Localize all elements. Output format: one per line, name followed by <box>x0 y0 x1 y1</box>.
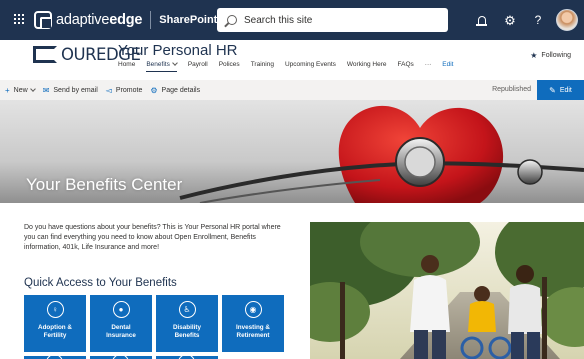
nav-item-training[interactable]: Training <box>251 61 274 68</box>
tile-glyph: ♀ <box>52 305 58 314</box>
tile-label-line-1: Adoption & <box>38 324 72 331</box>
nav-item-benefits[interactable]: Benefits <box>146 60 178 72</box>
megaphone-icon: ◅ <box>105 85 112 95</box>
app-label[interactable]: SharePoint <box>159 14 217 26</box>
suite-bar: adaptiveedge SharePoint Search this site… <box>0 0 584 40</box>
family-photo-image <box>310 222 584 359</box>
quick-access-title: Quick Access to Your Benefits <box>24 277 177 289</box>
promote-label: Promote <box>115 86 143 94</box>
wheelchair-icon: ♿ <box>178 301 196 318</box>
tile-label: Investing & Retirement <box>236 324 270 340</box>
tile-icon <box>46 354 63 359</box>
notifications-button[interactable] <box>468 0 496 40</box>
tile-glyph: ♿ <box>183 305 191 314</box>
star-icon: ★ <box>530 51 538 60</box>
family-photo <box>310 222 584 359</box>
tile-adoption-fertility[interactable]: ♀ Adoption & Fertility <box>24 295 86 352</box>
piggy-bank-icon: ◉ <box>244 301 262 318</box>
tile-label-line-2: Insurance <box>106 332 136 339</box>
brand-logo[interactable]: adaptiveedge <box>34 11 142 29</box>
site-title[interactable]: Your Personal HR <box>118 42 238 59</box>
nav-item-home[interactable]: Home <box>118 61 135 68</box>
nav-item-payroll[interactable]: Payroll <box>188 61 208 68</box>
edit-label: Edit <box>559 86 572 94</box>
page-details-label: Page details <box>161 86 201 94</box>
tile-icon <box>112 354 129 359</box>
tile-label-line-2: Retirement <box>236 332 270 339</box>
edit-button[interactable]: ✎ Edit <box>537 80 584 100</box>
promote-button[interactable]: ◅ Promote <box>106 86 143 95</box>
brand-name: adaptiveedge <box>56 12 143 28</box>
tile-glyph: ◉ <box>249 305 257 314</box>
nav-item-polices[interactable]: Polices <box>219 61 240 68</box>
nav-item-benefits-label: Benefits <box>146 61 170 68</box>
send-by-email-button[interactable]: ✉ Send by email <box>43 86 98 95</box>
new-label: New <box>13 86 28 94</box>
brand-mark-icon <box>34 11 52 29</box>
tile-label-line-2: Benefits <box>174 332 200 339</box>
send-label: Send by email <box>53 86 98 94</box>
tile-label: Disability Benefits <box>173 324 201 340</box>
chevron-down-icon <box>29 86 36 92</box>
nav-item-faqs[interactable]: FAQs <box>398 61 414 68</box>
nav-item-working-here[interactable]: Working Here <box>347 61 387 68</box>
pencil-icon: ✎ <box>549 85 556 95</box>
tile-label-line-1: Dental <box>111 324 131 331</box>
intro-text: Do you have questions about your benefit… <box>24 224 281 251</box>
tile-label-line-1: Disability <box>173 324 201 331</box>
new-button[interactable]: + New <box>5 85 36 95</box>
nav-more-icon[interactable]: ··· <box>425 61 432 68</box>
bell-icon <box>476 15 487 26</box>
site-logo-mark-icon <box>33 46 57 63</box>
mail-icon: ✉ <box>42 85 50 95</box>
tile-investing-retirement[interactable]: ◉ Investing & Retirement <box>222 295 284 352</box>
search-placeholder: Search this site <box>244 14 313 26</box>
help-icon: ? <box>534 13 542 27</box>
tile-glyph: ● <box>118 305 124 314</box>
command-bar: + New ✉ Send by email ◅ Promote ⚙ Page detai… <box>0 80 584 100</box>
suite-divider <box>150 11 152 29</box>
help-button[interactable]: ? <box>524 0 552 40</box>
chevron-down-icon <box>172 60 178 66</box>
suite-bar-actions: ⚙ ? <box>468 0 584 40</box>
tile-disability-benefits[interactable]: ♿ Disability Benefits <box>156 295 218 352</box>
settings-icon: ⚙ <box>150 85 158 95</box>
gear-icon: ⚙ <box>504 12 516 28</box>
user-icon: ● <box>112 301 130 318</box>
tile-icon <box>178 354 195 359</box>
search-icon <box>227 15 237 25</box>
follow-button[interactable]: ★ Following <box>530 51 571 60</box>
top-navigation: Home Benefits Payroll Polices Training U… <box>118 60 464 72</box>
avatar[interactable] <box>556 9 578 31</box>
page-details-button[interactable]: ⚙ Page details <box>150 86 200 95</box>
person-icon: ♀ <box>46 301 64 318</box>
status-text: Republished <box>492 86 531 93</box>
nav-edit-link[interactable]: Edit <box>442 61 453 68</box>
nav-item-upcoming-events[interactable]: Upcoming Events <box>285 61 336 68</box>
settings-button[interactable]: ⚙ <box>496 0 524 40</box>
tile-label-line-1: Investing & <box>236 324 270 331</box>
tile-label: Adoption & Fertility <box>38 324 72 340</box>
follow-label: Following <box>541 52 571 59</box>
plus-icon: + <box>5 85 10 95</box>
tile-label-line-2: Fertility <box>43 332 67 339</box>
tile-label: Dental Insurance <box>106 324 136 340</box>
search-input[interactable]: Search this site <box>217 8 448 32</box>
tile-dental-insurance[interactable]: ● Dental Insurance <box>90 295 152 352</box>
hero-title: Your Benefits Center <box>26 175 183 194</box>
